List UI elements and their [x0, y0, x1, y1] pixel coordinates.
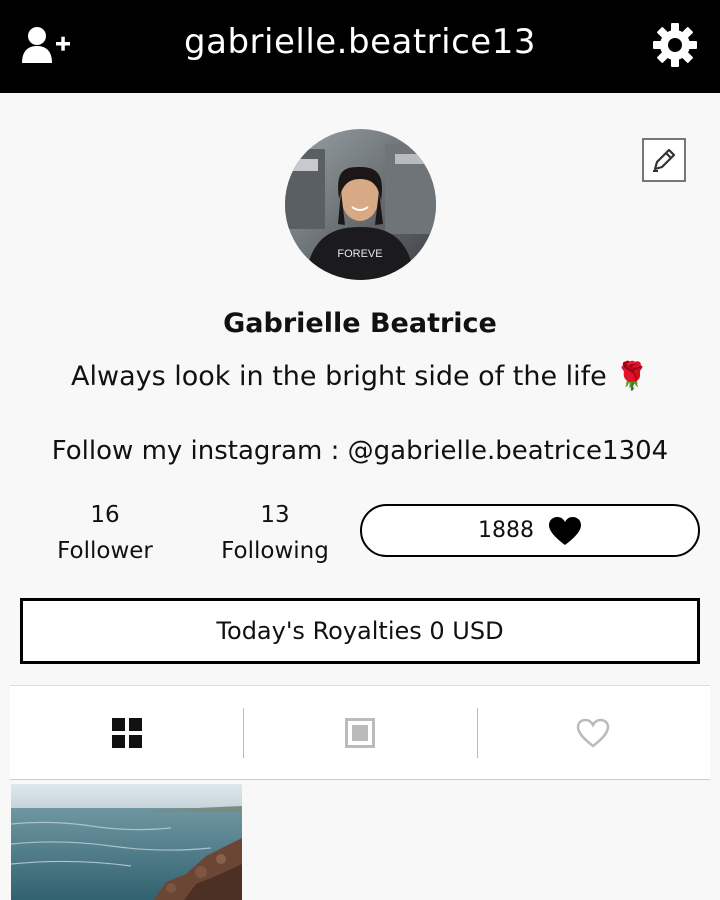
tab-single[interactable] — [243, 686, 476, 779]
gear-icon[interactable] — [648, 18, 702, 72]
followers-label: Follower — [57, 538, 153, 564]
display-name: Gabrielle Beatrice — [223, 308, 497, 339]
post-thumbnail[interactable] — [11, 784, 242, 900]
following-count: 13 — [260, 502, 290, 528]
grid-icon — [111, 717, 142, 748]
bio-line-1: Always look in the bright side of the li… — [71, 361, 649, 392]
royalties-banner[interactable]: Today's Royalties 0 USD — [20, 598, 700, 664]
tab-grid[interactable] — [10, 686, 243, 779]
likes-count: 1888 — [478, 518, 534, 543]
edit-profile-button[interactable] — [642, 138, 686, 182]
content-tabs — [10, 685, 710, 780]
heart-outline-icon — [577, 718, 610, 748]
tab-likes[interactable] — [476, 686, 710, 779]
square-icon — [344, 717, 375, 748]
followers-stat[interactable]: 16 Follower — [40, 497, 170, 569]
username-title: gabrielle.beatrice13 — [184, 22, 536, 62]
following-stat[interactable]: 13 Following — [205, 497, 345, 569]
bio-line-2: Follow my instagram : @gabrielle.beatric… — [51, 436, 669, 466]
top-bar: gabrielle.beatrice13 — [0, 0, 720, 93]
following-label: Following — [221, 538, 329, 564]
posts-grid — [10, 780, 710, 900]
avatar[interactable]: FOREVE — [285, 129, 436, 280]
followers-count: 16 — [90, 502, 120, 528]
heart-icon — [549, 516, 581, 545]
pencil-icon — [653, 148, 676, 172]
likes-button[interactable]: 1888 — [360, 504, 700, 557]
svg-text:FOREVE: FOREVE — [337, 248, 382, 260]
